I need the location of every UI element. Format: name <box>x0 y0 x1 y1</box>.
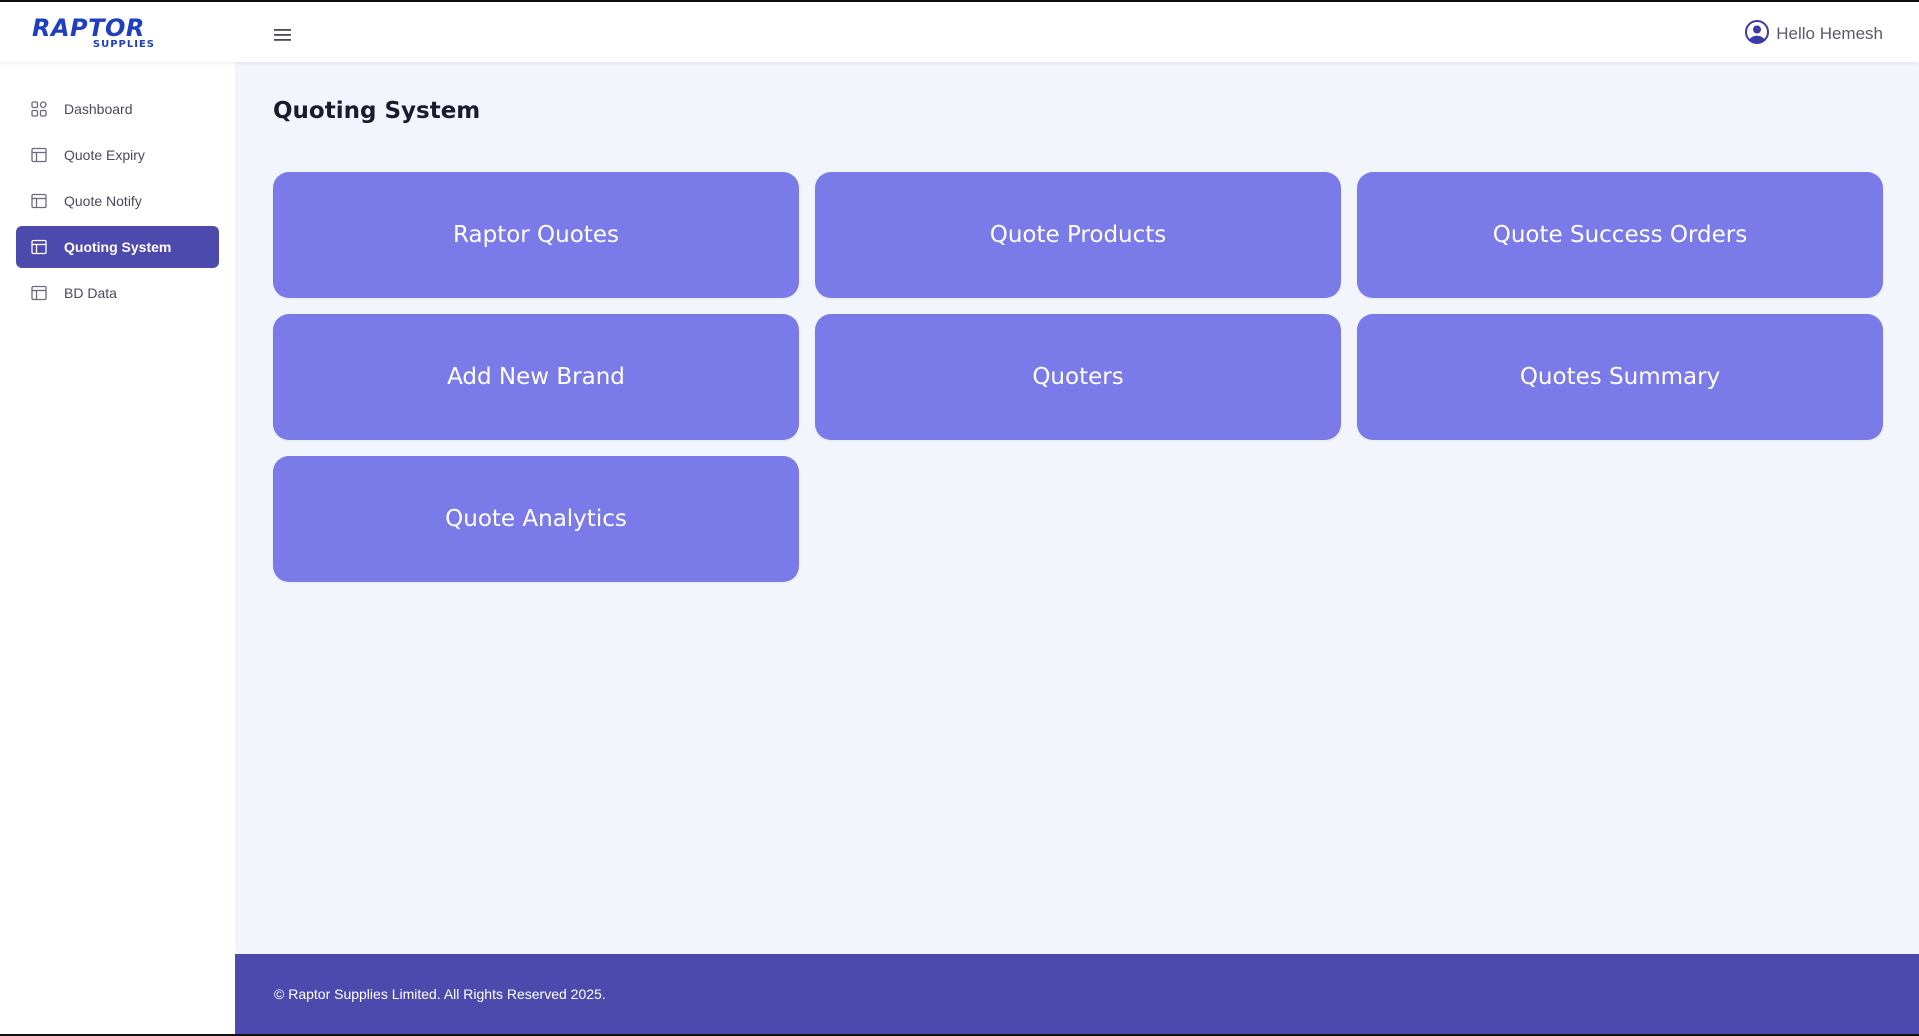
sidebar-item-label: Quote Expiry <box>64 147 145 163</box>
raptor-logo[interactable]: RAPTOR SUPPLIES <box>32 14 157 52</box>
sidebar-item-label: Dashboard <box>64 101 133 117</box>
card-quote-success-orders[interactable]: Quote Success Orders <box>1357 172 1883 298</box>
logo-sub: SUPPLIES <box>92 39 155 50</box>
user-greeting: Hello Hemesh <box>1776 24 1883 43</box>
table-icon <box>30 192 48 210</box>
card-add-new-brand[interactable]: Add New Brand <box>273 314 799 440</box>
page-title: Quoting System <box>273 98 481 124</box>
hamburger-icon[interactable] <box>271 25 295 45</box>
sidebar-item-label: Quoting System <box>64 239 172 255</box>
card-quotes-summary[interactable]: Quotes Summary <box>1357 314 1883 440</box>
card-raptor-quotes[interactable]: Raptor Quotes <box>273 172 799 298</box>
table-icon <box>30 146 48 164</box>
sidebar-item-label: Quote Notify <box>64 193 142 209</box>
user-circle-icon <box>1744 19 1770 50</box>
copyright-text: © Raptor Supplies Limited. All Rights Re… <box>274 986 606 1002</box>
sidebar-item-bd-data[interactable]: BD Data <box>16 272 219 314</box>
card-quote-analytics[interactable]: Quote Analytics <box>273 456 799 582</box>
footer: © Raptor Supplies Limited. All Rights Re… <box>235 954 1919 1034</box>
card-quote-products[interactable]: Quote Products <box>815 172 1341 298</box>
sidebar-item-dashboard[interactable]: Dashboard <box>16 88 219 130</box>
card-quoters[interactable]: Quoters <box>815 314 1341 440</box>
sidebar-item-quote-expiry[interactable]: Quote Expiry <box>16 134 219 176</box>
main-content: Quoting System Raptor Quotes Quote Produ… <box>235 62 1919 954</box>
sidebar-item-quote-notify[interactable]: Quote Notify <box>16 180 219 222</box>
sidebar-item-quoting-system[interactable]: Quoting System <box>16 226 219 268</box>
top-header: RAPTOR SUPPLIES Hello Hemesh <box>0 2 1919 62</box>
user-menu[interactable]: Hello Hemesh <box>1744 19 1883 50</box>
table-icon <box>30 238 48 256</box>
sidebar: Dashboard Quote Expiry Quote Notify Quot… <box>0 62 235 1034</box>
table-icon <box>30 284 48 302</box>
sidebar-item-label: BD Data <box>64 285 117 301</box>
logo-name: RAPTOR <box>32 14 145 42</box>
grid-icon <box>30 100 48 118</box>
